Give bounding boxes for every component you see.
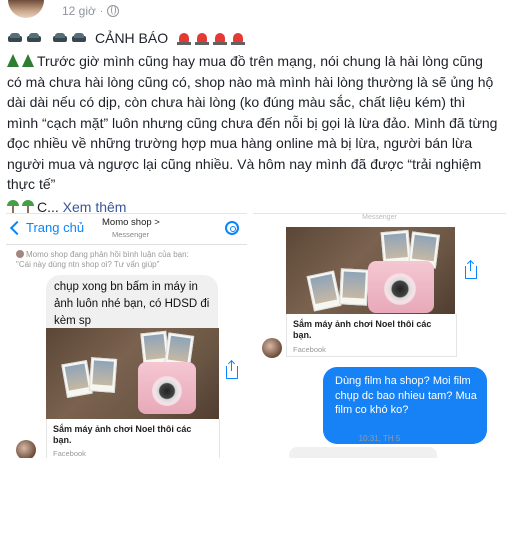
screenshot-right[interactable]: Messenger Sắm máy ảnh chơi Noel thôi các…	[253, 213, 506, 458]
author-avatar[interactable]	[8, 0, 44, 18]
post-line: Trước giờ mình cũng hay mua đồ trên mạng…	[7, 51, 507, 72]
outgoing-message-text: Dùng film ha shop? Moi film chụp dc bao …	[335, 375, 477, 416]
tree-icon	[7, 54, 19, 67]
camera-lens	[152, 376, 182, 406]
post-line: dài dài nếu có dịp, còn chưa hài lòng (k…	[7, 94, 466, 110]
meta-separator: ·	[99, 5, 104, 17]
post-line: mình “cạch mặt” luôn nhưng cũng chưa đến…	[7, 114, 498, 131]
siren-icon	[177, 31, 192, 45]
siren-icon	[213, 31, 228, 45]
shop-name: Momo shop >	[102, 217, 160, 228]
share-icon	[226, 361, 238, 379]
avatar	[262, 338, 282, 358]
incoming-message-bubble	[289, 447, 437, 458]
polaroid-print	[61, 360, 93, 398]
post-header: 12 giờ ·	[8, 0, 120, 22]
product-photo	[46, 328, 219, 419]
link-card-caption: Sắm máy ảnh chơi Noel thôi các bạn. Face…	[286, 314, 457, 357]
car-icon	[26, 32, 42, 44]
link-card-source: Facebook	[293, 345, 326, 354]
instax-camera	[138, 362, 196, 414]
post-line: thực tế”	[7, 176, 56, 192]
globe-icon	[107, 5, 120, 17]
outgoing-message-bubble: Dùng film ha shop? Moi film chụp dc bao …	[323, 367, 487, 444]
post-time[interactable]: 12 giờ	[62, 4, 96, 18]
car-icon	[7, 32, 23, 44]
polaroid-print	[306, 270, 342, 312]
post-title-line: CẢNH BÁO	[7, 27, 507, 49]
incoming-message-text: chụp xong bn bấm in máy in ảnh luôn nhé …	[54, 281, 210, 327]
polaroid-print	[88, 357, 118, 393]
messenger-label: Messenger	[362, 214, 397, 221]
car-icon	[52, 32, 68, 44]
product-photo	[286, 227, 455, 314]
link-card-title: Sắm máy ảnh chơi Noel thôi các bạn.	[293, 319, 432, 340]
post-meta: 12 giờ ·	[62, 4, 120, 18]
post-images: Trang chủ Momo shop > Messenger Momo sho…	[0, 213, 514, 458]
back-link: Trang chủ	[9, 220, 85, 235]
link-card-caption: Sắm máy ảnh chơi Noel thôi các bạn. Face…	[46, 419, 220, 458]
tree-icon	[22, 54, 34, 67]
gear-icon	[225, 221, 239, 235]
shop-avatar-dot	[16, 250, 24, 258]
messenger-nav-bar: Trang chủ Momo shop > Messenger	[6, 214, 247, 245]
post-title: CẢNH BÁO	[95, 29, 169, 46]
palm-tree-icon	[22, 199, 34, 214]
camera-lens	[384, 273, 416, 305]
back-label: Trang chủ	[26, 220, 85, 235]
chevron-left-icon	[9, 220, 25, 235]
post-line: đọc nhiều về những trường hợp mua hàng o…	[7, 135, 473, 151]
siren-icon	[195, 31, 210, 45]
link-card-title: Sắm máy ảnh chơi Noel thôi các bạn.	[53, 424, 192, 445]
message-timestamp: 10:31, TH 5	[358, 434, 401, 443]
palm-tree-icon	[7, 199, 19, 214]
link-card-source: Facebook	[53, 449, 86, 458]
post-line: người mua và ngược lại cũng nhiều. Và hô…	[7, 155, 482, 172]
system-message: Momo shop đang phản hồi bình luận của bạ…	[16, 250, 189, 269]
post-line: có mà chưa hài lòng cũng có, shop nào mà…	[7, 73, 494, 90]
instax-camera	[368, 261, 434, 313]
share-icon	[465, 261, 477, 279]
polaroid-print	[339, 268, 369, 306]
post-text: CẢNH BÁO Trước giờ mình cũng hay mua đồ …	[7, 27, 507, 217]
siren-icon	[231, 31, 246, 45]
car-icon	[71, 32, 87, 44]
avatar	[16, 440, 36, 458]
shop-subtitle: Messenger	[112, 230, 150, 239]
screenshot-left[interactable]: Trang chủ Momo shop > Messenger Momo sho…	[6, 213, 247, 458]
